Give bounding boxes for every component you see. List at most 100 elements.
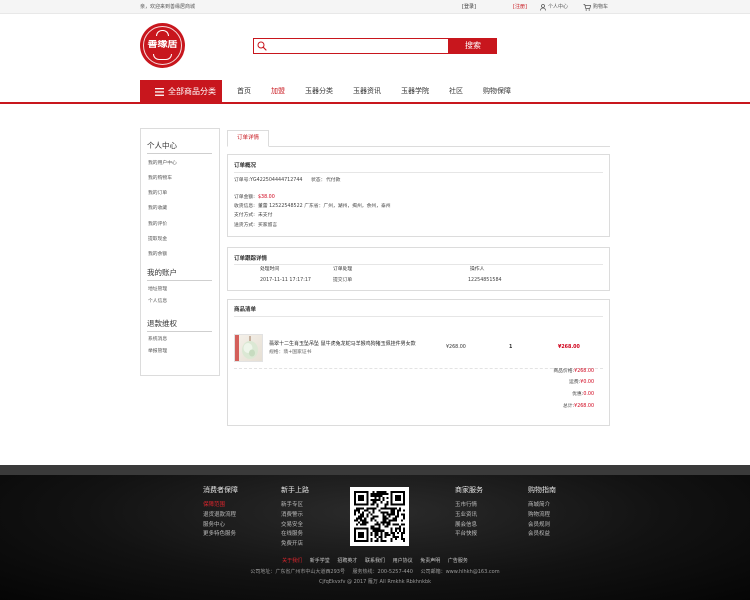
cart-link[interactable]: 购物车: [593, 4, 608, 10]
footer-bottom-link[interactable]: 联系我们: [365, 558, 385, 564]
sidebar-section-title: 我的账户: [147, 267, 212, 281]
sidebar-item-report-management[interactable]: 举报管理: [148, 346, 219, 359]
footer-link[interactable]: 平台快报: [455, 530, 483, 540]
footer-link[interactable]: 会员规则: [528, 521, 556, 531]
summary-value: ¥0.00: [580, 379, 594, 385]
nav-item-franchise[interactable]: 加盟: [271, 86, 285, 96]
sidebar-section-title: 退款维权: [147, 318, 212, 332]
sidebar-item-my-orders[interactable]: 我的订单: [148, 186, 219, 201]
search-input[interactable]: [270, 40, 446, 52]
product-price: ¥268.00: [446, 344, 466, 350]
sidebar-item-personal-info[interactable]: 个人信息: [148, 296, 219, 309]
footer-links: 保障范围 退货退款流程 服务中心 更多特色服务: [203, 501, 238, 540]
summary-label: 运费:: [569, 379, 581, 385]
nav-item-jade-news[interactable]: 玉器资讯: [353, 86, 381, 96]
footer-link[interactable]: 交易安全: [281, 521, 309, 531]
divider: [234, 316, 603, 317]
footer-bottom-link[interactable]: 招聘英才: [337, 558, 357, 564]
user-center-link[interactable]: 个人中心: [548, 4, 568, 10]
tracking-operator: 12254851584: [468, 277, 502, 283]
product-name[interactable]: 翡翠十二生肖玉坠吊坠 鼠牛虎兔龙蛇马羊猴鸡狗猪玉佩挂件男女款: [269, 341, 416, 347]
footer-link[interactable]: 购物流程: [528, 511, 556, 521]
footer-link[interactable]: 展会信息: [455, 521, 483, 531]
footer-link[interactable]: 在线服务: [281, 530, 309, 540]
footer-link[interactable]: 更多特色服务: [203, 530, 238, 540]
amount-label: 订单金额:: [234, 194, 255, 200]
sidebar-list: 地址管理 个人信息: [148, 284, 219, 309]
footer-band: [0, 465, 750, 475]
tab-order-details[interactable]: 订单详情: [227, 130, 269, 147]
nav-item-jade-categories[interactable]: 玉器分类: [305, 86, 333, 96]
footer-link[interactable]: 退货退款流程: [203, 511, 238, 521]
panel-title: 商品清单: [234, 307, 257, 313]
footer-links: 玉市行情 玉业资讯 展会信息 平台快报: [455, 501, 483, 540]
copyright-text: CjfqEkvxfv @ 2017 雁万 All Rmkhk Rbkhnkbk: [318, 578, 432, 585]
sidebar-list: 我的用户中心 我的购物车 我的订单 我的收藏 我的评价 提取现金 我的余额: [148, 156, 219, 263]
footer-link[interactable]: 免费开店: [281, 540, 309, 550]
user-icon: [540, 3, 546, 11]
register-link[interactable]: [注册]: [513, 4, 527, 10]
footer-contact-info: 公司地址：广东省广州市中山大道西293号 服务热线：200-5257-440 公…: [0, 568, 750, 575]
footer-link[interactable]: 玉业资讯: [455, 511, 483, 521]
summary-value: 0.00: [583, 391, 594, 397]
divider: [234, 172, 603, 173]
nav-divider: [0, 102, 750, 104]
welcome-text: 亲，欢迎来到善缘居商城: [140, 3, 196, 10]
footer-bottom-link[interactable]: 关于我们: [282, 558, 302, 564]
footer-column-beginners: 新手上路 新手专区 消费警示 交易安全 在线服务 免费开店: [281, 486, 309, 550]
sidebar-item-my-cart[interactable]: 我的购物车: [148, 171, 219, 186]
sidebar-item-user-center[interactable]: 我的用户中心: [148, 156, 219, 171]
product-spec: 规格：翡+国家证书: [269, 349, 312, 355]
footer-link[interactable]: 商城简介: [528, 501, 556, 511]
footer-link[interactable]: 保障范围: [203, 501, 238, 511]
footer-bottom-link[interactable]: 广告服务: [448, 558, 468, 564]
tracking-action: 提交订单: [333, 277, 353, 283]
status-value: 代付款: [326, 177, 341, 183]
nav-item-community[interactable]: 社区: [449, 86, 463, 96]
footer-link[interactable]: 会员权益: [528, 530, 556, 540]
login-link[interactable]: [登录]: [462, 4, 476, 10]
sidebar: 个人中心 我的用户中心 我的购物车 我的订单 我的收藏 我的评价 提取现金 我的…: [140, 128, 220, 376]
nav-item-home[interactable]: 首页: [237, 86, 251, 96]
panel-title: 订单跟踪详情: [234, 256, 268, 262]
delivery-label: 送货方式:: [234, 222, 255, 228]
footer-bottom-link[interactable]: 用户协议: [393, 558, 413, 564]
sidebar-item-address-management[interactable]: 地址管理: [148, 284, 219, 297]
sidebar-item-withdraw-cash[interactable]: 提取现金: [148, 232, 219, 247]
divider: [234, 368, 603, 369]
payment-value: 未支付: [258, 212, 273, 218]
search-button[interactable]: 搜索: [449, 38, 497, 54]
logo-text: 善缘居: [147, 40, 178, 50]
summary-value: ¥268.00: [574, 368, 594, 374]
service-hotline: 服务热线：200-5257-440: [352, 568, 413, 575]
nav-item-shopping-guarantee[interactable]: 购物保障: [483, 86, 511, 96]
sidebar-item-my-favorites[interactable]: 我的收藏: [148, 201, 219, 216]
sidebar-item-my-reviews[interactable]: 我的评价: [148, 217, 219, 232]
footer-link[interactable]: 新手专区: [281, 501, 309, 511]
footer-copyright: CjfqEkvxfv @ 2017 雁万 All Rmkhk Rbkhnkbk: [0, 578, 750, 585]
product-image[interactable]: [234, 334, 263, 362]
company-address: 公司地址：广东省广州市中山大道西293号: [250, 568, 345, 575]
all-categories-button[interactable]: 全部商品分类: [140, 80, 222, 103]
sidebar-item-my-balance[interactable]: 我的余额: [148, 247, 219, 262]
divider: [234, 264, 603, 265]
order-number: 订单号:YG422504444712744: [234, 177, 303, 183]
qr-code: [350, 487, 409, 546]
receiver-label: 收货信息:: [234, 203, 255, 209]
product-total: ¥268.00: [558, 344, 580, 350]
site-logo[interactable]: 善缘居: [140, 23, 185, 68]
sidebar-item-system-messages[interactable]: 系统消息: [148, 334, 219, 347]
search-box: [253, 38, 449, 54]
tab-underline: [227, 146, 610, 147]
summary-row: 优惠:0.00: [572, 391, 594, 398]
footer-column-title: 商家服务: [455, 485, 483, 494]
nav-item-jade-academy[interactable]: 玉器学院: [401, 86, 429, 96]
footer-bottom-link[interactable]: 免责声明: [420, 558, 440, 564]
footer-column-merchant-services: 商家服务 玉市行情 玉业资讯 展会信息 平台快报: [455, 486, 483, 540]
summary-label: 总计:: [562, 403, 575, 409]
status-label: 状态：: [311, 177, 326, 183]
footer-link[interactable]: 服务中心: [203, 521, 238, 531]
footer-link[interactable]: 玉市行情: [455, 501, 483, 511]
footer-bottom-link[interactable]: 新手学堂: [310, 558, 330, 564]
footer-link[interactable]: 消费警示: [281, 511, 309, 521]
